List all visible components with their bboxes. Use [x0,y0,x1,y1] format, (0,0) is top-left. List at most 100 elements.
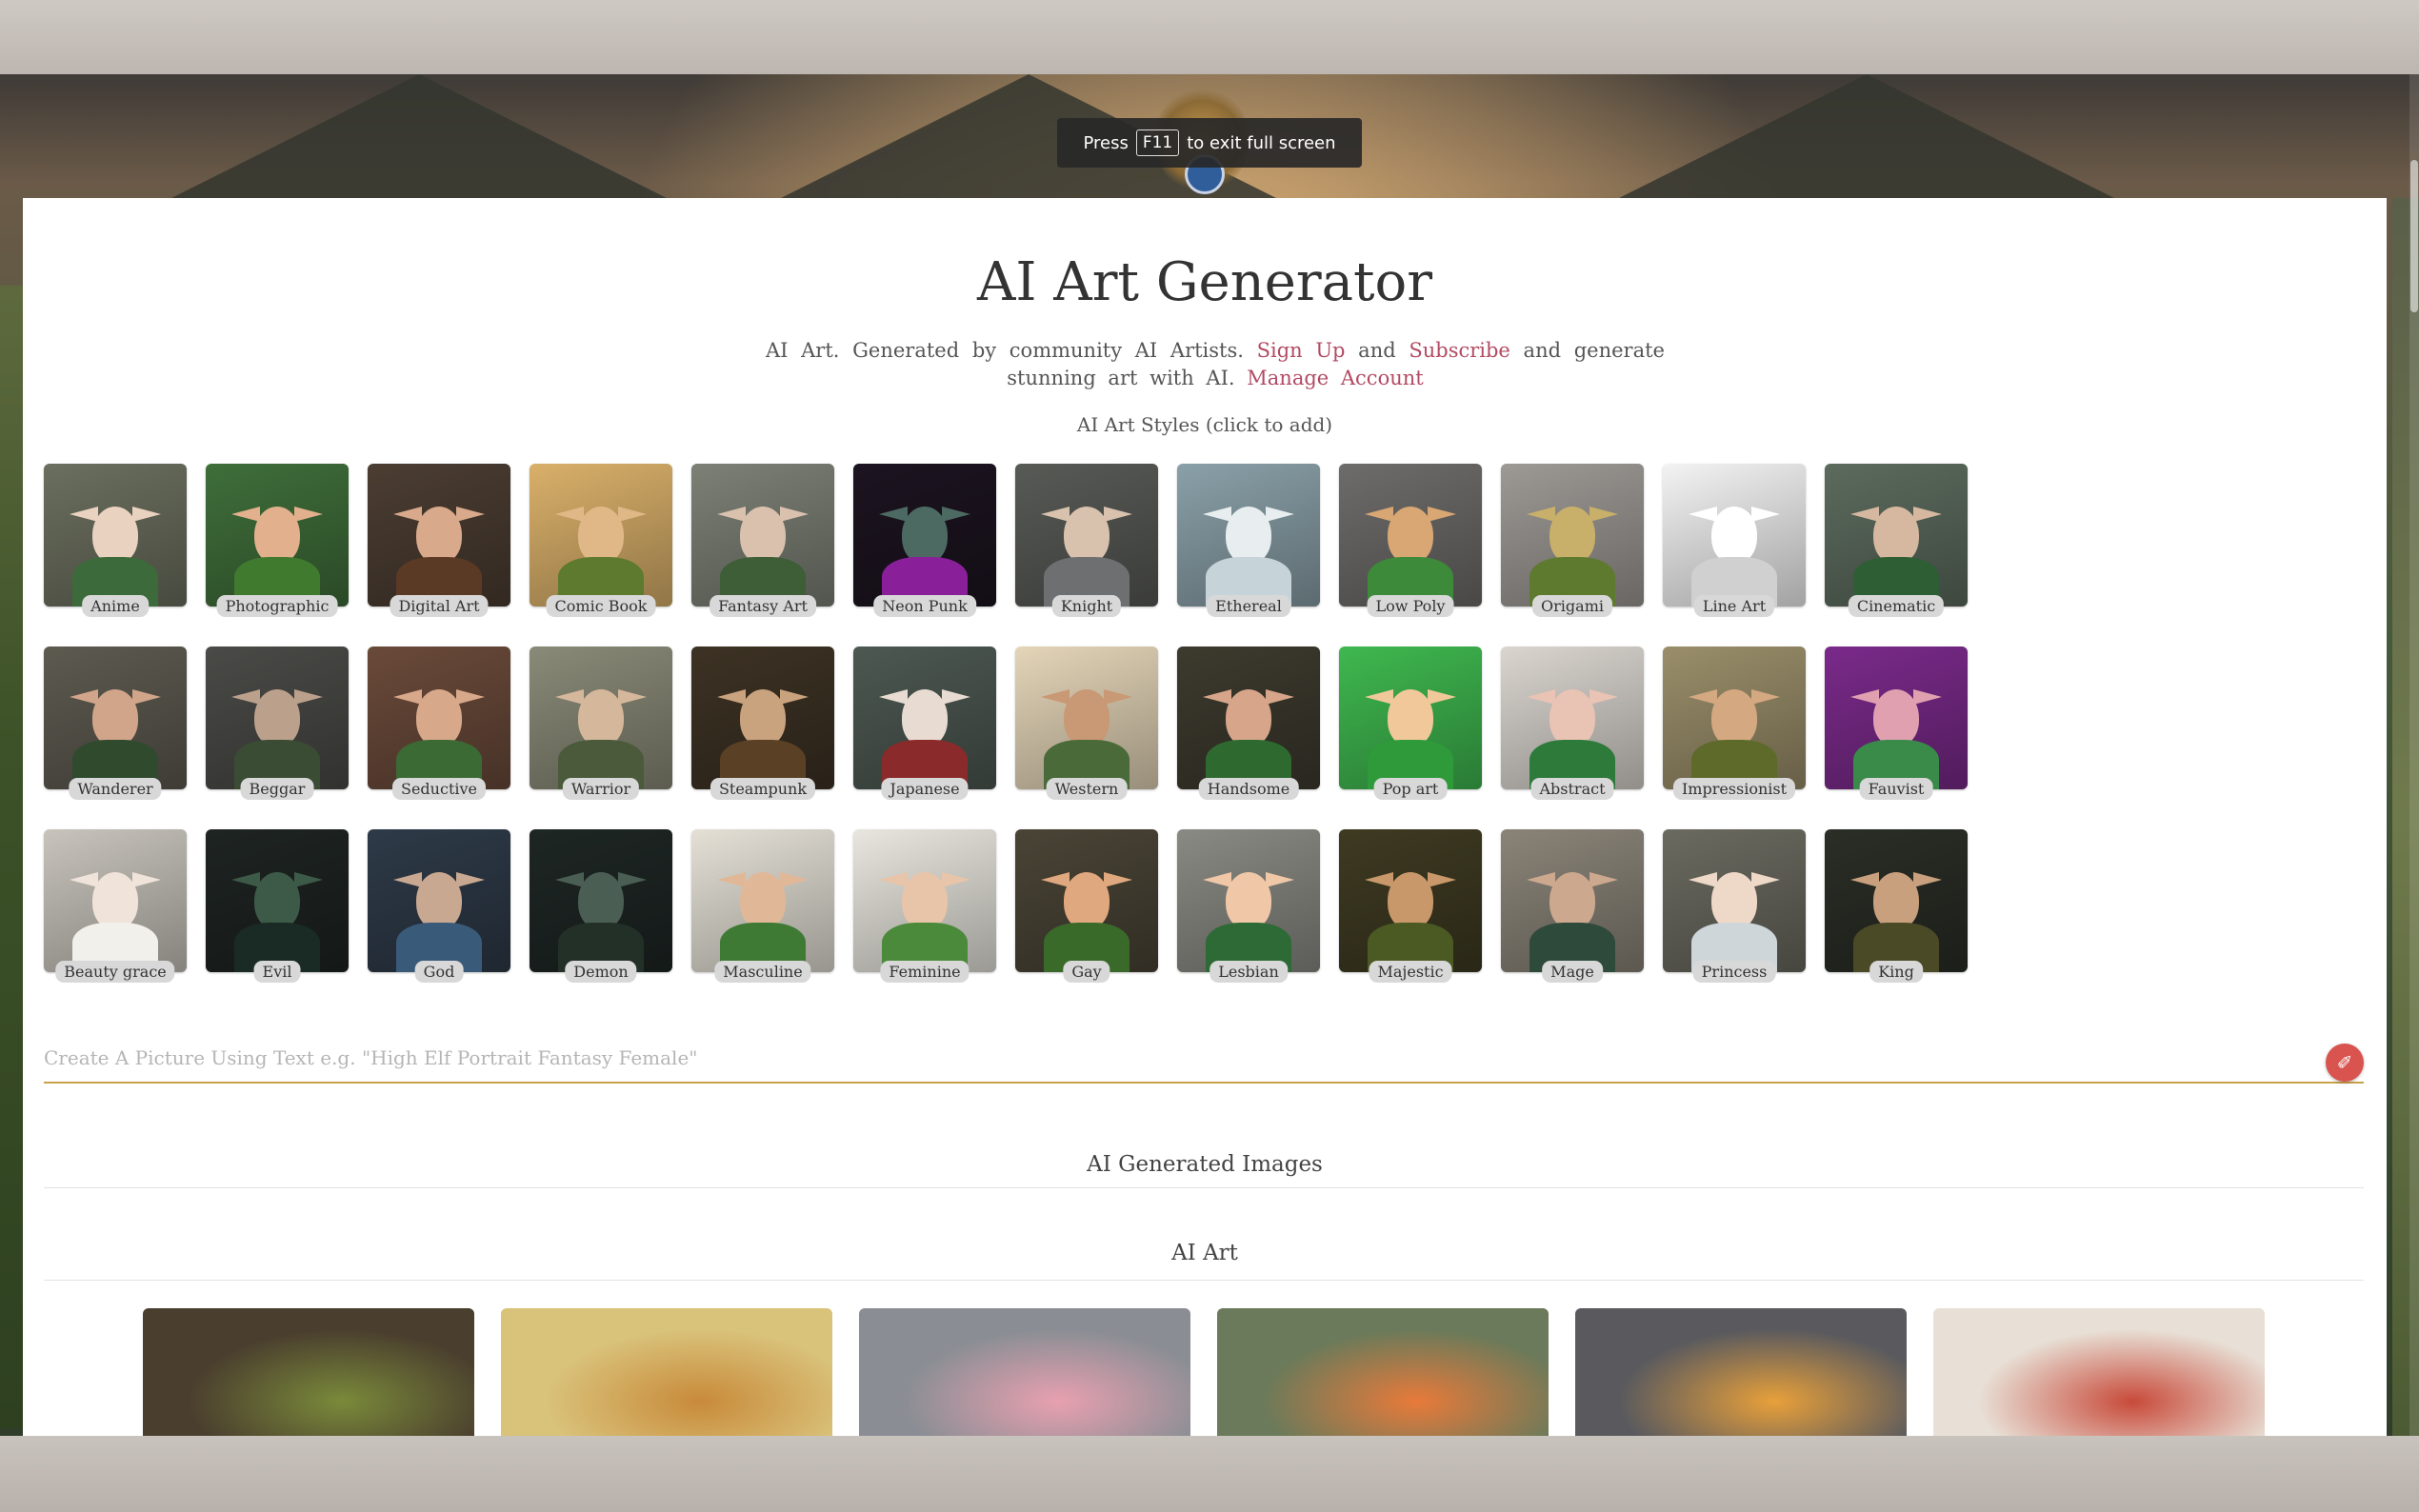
style-label: Seductive [392,778,486,800]
style-tile-photographic[interactable]: Photographic [206,464,349,617]
style-tile-line-art[interactable]: Line Art [1663,464,1806,617]
gallery-image[interactable] [501,1308,832,1436]
style-thumbnail [1339,647,1482,789]
style-thumbnail [368,647,510,789]
style-tile-majestic[interactable]: Majestic [1339,829,1482,983]
style-tile-feminine[interactable]: Feminine [853,829,996,983]
fullscreen-key-badge: F11 [1135,129,1180,156]
elf-face [740,689,786,746]
elf-ear-left [879,872,908,887]
style-tile-fauvist[interactable]: Fauvist [1825,647,1968,800]
style-tile-lesbian[interactable]: Lesbian [1177,829,1320,983]
gallery-image[interactable] [1575,1308,1907,1436]
style-tile-beauty-grace[interactable]: Beauty grace [44,829,187,983]
elf-face [254,872,300,929]
style-tile-demon[interactable]: Demon [530,829,672,983]
style-tile-pop-art[interactable]: Pop art [1339,647,1482,800]
style-label: Line Art [1693,595,1775,617]
style-tile-knight[interactable]: Knight [1015,464,1158,617]
scrollbar-thumb[interactable] [2410,160,2418,312]
elf-face [1549,872,1595,929]
style-tile-cinematic[interactable]: Cinematic [1825,464,1968,617]
style-tile-princess[interactable]: Princess [1663,829,1806,983]
subscribe-link[interactable]: Subscribe [1409,339,1510,362]
style-label: Comic Book [546,595,656,617]
elf-face [902,507,948,564]
page-title: AI Art Generator [976,251,1433,313]
style-tile-masculine[interactable]: Masculine [691,829,834,983]
style-tile-seductive[interactable]: Seductive [368,647,510,800]
manage-account-link[interactable]: Manage Account [1247,367,1423,389]
style-thumbnail [206,464,349,607]
prompt-input[interactable] [44,1040,2310,1076]
style-tile-handsome[interactable]: Handsome [1177,647,1320,800]
style-label: Neon Punk [873,595,976,617]
style-thumbnail [530,647,672,789]
elf-ear-left [1850,689,1879,705]
elf-ear-right [1589,872,1618,887]
style-tile-comic-book[interactable]: Comic Book [530,464,672,617]
style-tile-king[interactable]: King [1825,829,1968,983]
elf-ear-left [1527,689,1555,705]
generate-button[interactable]: ✐ [2326,1044,2364,1082]
elf-face [1388,689,1433,746]
gallery-image[interactable] [143,1308,474,1436]
style-thumbnail [1015,829,1158,972]
style-label: Japanese [881,778,969,800]
elf-ear-right [294,507,323,522]
sign-up-link[interactable]: Sign Up [1257,339,1346,362]
style-tile-neon-punk[interactable]: Neon Punk [853,464,996,617]
elf-face [902,689,948,746]
style-tile-gay[interactable]: Gay [1015,829,1158,983]
elf-face [92,872,138,929]
style-tile-origami[interactable]: Origami [1501,464,1644,617]
style-label: Impressionist [1672,778,1796,800]
elf-face [1226,872,1271,929]
elf-ear-left [1850,872,1879,887]
section-divider [44,1187,2364,1188]
intro-text-and: and [1358,339,1396,362]
elf-ear-right [618,872,647,887]
style-tile-japanese[interactable]: Japanese [853,647,996,800]
elf-ear-right [132,872,161,887]
style-tile-beggar[interactable]: Beggar [206,647,349,800]
style-tile-fantasy-art[interactable]: Fantasy Art [691,464,834,617]
elf-ear-left [1689,507,1717,522]
style-thumbnail [1177,829,1320,972]
style-tile-steampunk[interactable]: Steampunk [691,647,834,800]
elf-face [92,689,138,746]
style-tile-god[interactable]: God [368,829,510,983]
page-scrollbar[interactable] [2409,74,2419,1436]
style-tile-abstract[interactable]: Abstract [1501,647,1644,800]
elf-ear-left [393,507,422,522]
elf-ear-left [717,689,746,705]
style-tile-wanderer[interactable]: Wanderer [44,647,187,800]
elf-face [578,507,624,564]
elf-ear-left [70,689,98,705]
background-mountain [171,74,667,198]
elf-ear-right [780,507,809,522]
elf-ear-right [618,689,647,705]
style-tile-western[interactable]: Western [1015,647,1158,800]
elf-ear-right [780,689,809,705]
styles-caption: AI Art Styles (click to add) [1076,413,1333,436]
style-thumbnail [691,647,834,789]
style-tile-evil[interactable]: Evil [206,829,349,983]
style-tile-mage[interactable]: Mage [1501,829,1644,983]
style-label: Feminine [880,961,970,983]
style-tile-impressionist[interactable]: Impressionist [1663,647,1806,800]
gallery-image[interactable] [859,1308,1190,1436]
elf-ear-left [1689,872,1717,887]
elf-ear-right [1913,689,1942,705]
style-tile-warrior[interactable]: Warrior [530,647,672,800]
style-tile-ethereal[interactable]: Ethereal [1177,464,1320,617]
style-label: Handsome [1198,778,1299,800]
style-thumbnail [853,647,996,789]
style-tile-anime[interactable]: Anime [44,464,187,617]
gallery-image[interactable] [1933,1308,2265,1436]
elf-ear-right [1751,872,1780,887]
gallery-image[interactable] [1217,1308,1549,1436]
elf-ear-right [456,872,485,887]
style-tile-low-poly[interactable]: Low Poly [1339,464,1482,617]
style-tile-digital-art[interactable]: Digital Art [368,464,510,617]
